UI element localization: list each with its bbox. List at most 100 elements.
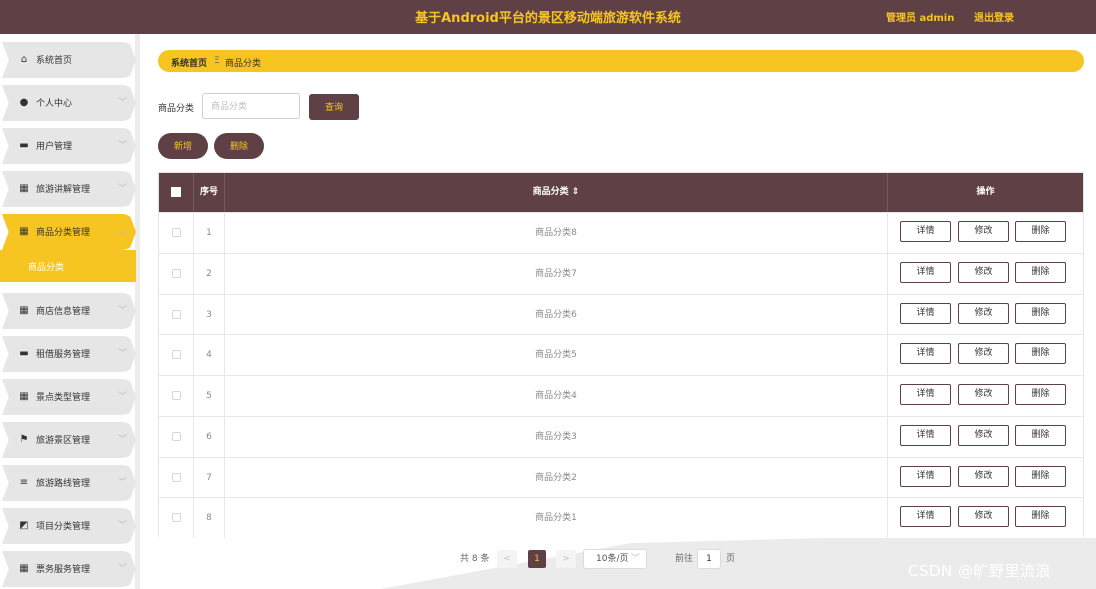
grid-icon: ▦	[19, 226, 29, 237]
table-row: 7 商品分类2 详情 修改 删除	[159, 456, 1083, 498]
sidebar-subitem-category[interactable]: 商品分类	[0, 250, 136, 282]
query-button[interactable]: 查询	[309, 94, 359, 120]
search-label: 商品分类	[158, 104, 195, 114]
sidebar-item-label: 项目分类管理	[36, 522, 91, 532]
breadcrumb-current: 商品分类	[225, 59, 262, 69]
delete-button[interactable]: 删除	[1015, 343, 1066, 365]
chart-icon: ◩	[19, 520, 29, 531]
edit-button[interactable]: 修改	[958, 506, 1009, 528]
sidebar-item[interactable]: ⚑ 旅游景区管理 ﹀	[2, 422, 136, 458]
chevron-down-icon: ﹀	[118, 306, 128, 316]
edit-button[interactable]: 修改	[958, 424, 1009, 446]
delete-button[interactable]: 删除	[1015, 506, 1066, 528]
sidebar-item-label: 系统首页	[36, 56, 73, 66]
breadcrumb-separator: Ξ	[214, 56, 220, 66]
sidebar-item[interactable]: ≡ 旅游路线管理 ﹀	[2, 465, 136, 501]
sidebar-item[interactable]: ▦ 景点类型管理 ﹀	[2, 379, 136, 415]
detail-button[interactable]: 详情	[900, 424, 951, 446]
row-category-name: 商品分类8	[224, 213, 887, 253]
flag-icon: ⚑	[19, 434, 29, 445]
row-checkbox[interactable]	[159, 295, 193, 335]
table-row: 5 商品分类4 详情 修改 删除	[159, 375, 1083, 416]
pagination-prev-button[interactable]: <	[497, 550, 517, 568]
row-checkbox[interactable]	[159, 458, 193, 498]
batch-delete-button[interactable]: 删除	[214, 133, 264, 159]
delete-button[interactable]: 删除	[1015, 261, 1066, 283]
delete-button[interactable]: 删除	[1015, 221, 1066, 242]
table-row: 6 商品分类3 详情 修改 删除	[159, 415, 1083, 457]
delete-button[interactable]: 删除	[1015, 302, 1066, 324]
grid-icon: ▦	[19, 563, 29, 574]
row-index: 5	[193, 376, 224, 416]
sidebar-item[interactable]: ▦ 票务服务管理 ﹀	[2, 551, 136, 587]
goto-label: 前往	[675, 554, 694, 564]
detail-button[interactable]: 详情	[900, 302, 951, 324]
row-category-name: 商品分类2	[224, 457, 887, 498]
delete-button[interactable]: 删除	[1015, 465, 1066, 487]
category-table: 序号 商品分类 ⇕ 操作 1 商品分类8 详情 修改 删除 2 商品分类7 详情 修改 删除 3 商品…	[158, 172, 1084, 539]
row-index: 6	[193, 416, 224, 457]
row-index: 4	[193, 335, 224, 376]
sidebar-item[interactable]: ▦ 商店信息管理 ﹀	[2, 293, 136, 329]
goto-page-input[interactable]: 1	[697, 549, 721, 569]
breadcrumb-home-link[interactable]: 系统首页	[171, 56, 207, 69]
page-size-select[interactable]: 10条/页 ﹀	[583, 549, 647, 569]
monitor-icon: ▬	[19, 348, 29, 359]
edit-button[interactable]: 修改	[958, 221, 1009, 242]
goto-unit-label: 页	[726, 554, 736, 564]
chevron-down-icon: ﹀	[118, 184, 128, 194]
row-index: 1	[193, 213, 224, 253]
row-checkbox[interactable]	[159, 335, 193, 375]
table-header: 序号 商品分类 ⇕ 操作	[159, 173, 1083, 212]
sidebar-item[interactable]: ▬ 用户管理 ﹀	[2, 128, 136, 164]
chevron-down-icon: ﹀	[118, 521, 128, 531]
row-operations: 详情 修改 删除	[887, 376, 1083, 416]
row-checkbox[interactable]	[159, 254, 193, 294]
column-header-category[interactable]: 商品分类 ⇕	[224, 173, 887, 212]
detail-button[interactable]: 详情	[900, 506, 951, 528]
row-operations: 详情 修改 删除	[887, 457, 1083, 498]
row-operations: 详情 修改 删除	[887, 294, 1083, 335]
detail-button[interactable]: 详情	[900, 384, 951, 405]
sidebar-item-label: 用户管理	[36, 142, 73, 152]
pagination-next-button[interactable]: >	[556, 550, 576, 568]
sidebar-item[interactable]: ◩ 项目分类管理 ﹀	[2, 508, 136, 544]
delete-button[interactable]: 删除	[1015, 384, 1066, 405]
sidebar-item[interactable]: ▬ 租借服务管理 ﹀	[2, 336, 136, 372]
edit-button[interactable]: 修改	[958, 384, 1009, 405]
detail-button[interactable]: 详情	[900, 465, 951, 487]
edit-button[interactable]: 修改	[958, 343, 1009, 365]
row-checkbox[interactable]	[159, 376, 193, 416]
sidebar-item-label: 商店信息管理	[36, 307, 91, 317]
breadcrumb: 系统首页 Ξ 商品分类	[158, 50, 1084, 72]
category-search-input[interactable]	[202, 93, 300, 119]
top-bar: 基于Android平台的景区移动端旅游软件系统 管理员 admin 退出登录	[0, 0, 1096, 34]
detail-button[interactable]: 详情	[900, 221, 951, 242]
row-category-name: 商品分类6	[224, 294, 887, 335]
watermark: CSDN @旷野里流浪	[908, 562, 1052, 580]
row-checkbox[interactable]	[159, 498, 193, 538]
sidebar-item[interactable]: ⌂ 系统首页	[2, 42, 136, 78]
select-all-checkbox[interactable]	[159, 173, 193, 212]
current-user-label: 管理员 admin	[886, 13, 955, 24]
add-button[interactable]: 新增	[158, 133, 208, 159]
row-checkbox[interactable]	[159, 213, 193, 253]
edit-button[interactable]: 修改	[958, 261, 1009, 283]
sidebar-item-label: 旅游路线管理	[36, 479, 91, 489]
chevron-down-icon: ﹀	[118, 141, 128, 151]
edit-button[interactable]: 修改	[958, 302, 1009, 324]
row-operations: 详情 修改 删除	[887, 213, 1083, 253]
sidebar-item[interactable]: ▦ 旅游讲解管理 ﹀	[2, 171, 136, 207]
delete-button[interactable]: 删除	[1015, 424, 1066, 446]
row-operations: 详情 修改 删除	[887, 498, 1083, 539]
chevron-down-icon: ﹀	[118, 478, 128, 488]
detail-button[interactable]: 详情	[900, 261, 951, 283]
detail-button[interactable]: 详情	[900, 343, 951, 365]
sidebar-item[interactable]: ▦ 商品分类管理 ︿	[2, 214, 136, 250]
row-checkbox[interactable]	[159, 417, 193, 457]
logout-link[interactable]: 退出登录	[974, 9, 1014, 24]
sidebar-item[interactable]: ● 个人中心 ﹀	[2, 85, 136, 121]
pagination-page-1[interactable]: 1	[528, 550, 546, 568]
sidebar-item-label: 旅游讲解管理	[36, 185, 91, 195]
edit-button[interactable]: 修改	[958, 465, 1009, 487]
